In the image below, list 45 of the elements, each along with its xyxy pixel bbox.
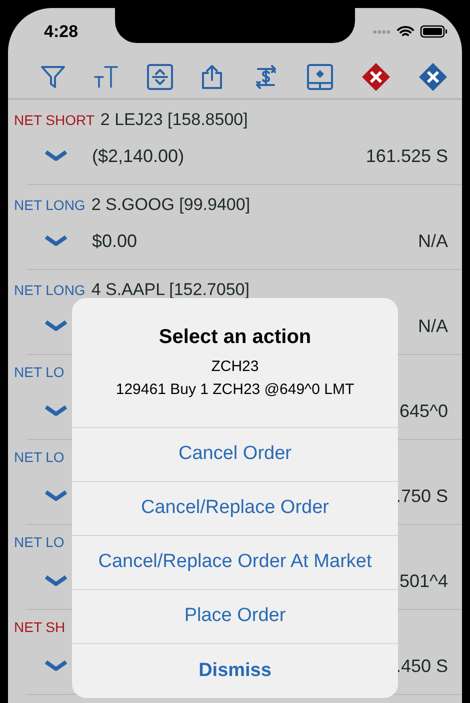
position-side-label: NET SHORT xyxy=(14,111,94,130)
chevron-down-icon[interactable] xyxy=(45,320,67,332)
action-button[interactable]: Cancel/Replace Order At Market xyxy=(72,536,398,590)
expand-collapse-icon[interactable] xyxy=(146,64,173,90)
price-value: 161.525 S xyxy=(366,144,448,168)
sheet-subtitle: ZCH23 xyxy=(211,357,259,377)
action-button[interactable]: Dismiss xyxy=(72,644,398,698)
wifi-icon xyxy=(397,25,414,38)
battery-icon xyxy=(420,25,448,38)
profit-loss-value: ($2,140.00) xyxy=(92,144,184,168)
action-button[interactable]: Cancel/Replace Order xyxy=(72,482,398,536)
action-button[interactable]: Cancel Order xyxy=(72,428,398,482)
position-symbol: 4 S.AAPL [152.7050] xyxy=(91,279,250,301)
cancel-diamond-icon[interactable] xyxy=(418,62,448,92)
filter-icon[interactable] xyxy=(40,64,66,90)
sheet-detail: 129461 Buy 1 ZCH23 @649^0 LMT xyxy=(116,380,354,400)
signal-icon xyxy=(373,30,391,34)
position-side-label: NET LONG xyxy=(14,196,86,215)
position-symbol: 2 LEJ23 [158.8500] xyxy=(100,109,248,131)
chevron-down-icon[interactable] xyxy=(45,235,67,247)
price-value: .750 S xyxy=(396,484,448,508)
position-symbol: 2 S.GOOG [99.9400] xyxy=(91,194,250,216)
sheet-title: Select an action xyxy=(158,325,312,350)
chevron-down-icon[interactable] xyxy=(45,575,67,587)
position-side-label: NET LO xyxy=(14,448,64,467)
price-value: 645^0 xyxy=(400,400,448,422)
share-icon[interactable] xyxy=(200,64,224,90)
price-value: 501^4 xyxy=(400,570,448,592)
chevron-down-icon[interactable] xyxy=(45,405,67,417)
chevron-down-icon[interactable] xyxy=(45,150,67,162)
position-side-label: NET LO xyxy=(14,363,64,382)
action-button[interactable]: Place Order xyxy=(72,590,398,644)
price-value: .450 S xyxy=(396,654,448,678)
price-value: N/A xyxy=(418,314,448,338)
panel-icon[interactable] xyxy=(307,64,334,90)
position-side-label: NET LONG xyxy=(14,281,86,300)
text-size-icon[interactable] xyxy=(93,64,120,90)
price-value: N/A xyxy=(418,230,448,252)
profit-loss-value: $0.00 xyxy=(92,230,138,252)
chevron-down-icon[interactable] xyxy=(45,490,67,502)
position-side-label: NET SH xyxy=(14,618,66,637)
status-time: 4:28 xyxy=(44,20,78,43)
cancel-diamond-icon[interactable] xyxy=(360,62,391,92)
position-side-label: NET LO xyxy=(14,533,64,552)
chevron-down-icon[interactable] xyxy=(45,660,67,672)
